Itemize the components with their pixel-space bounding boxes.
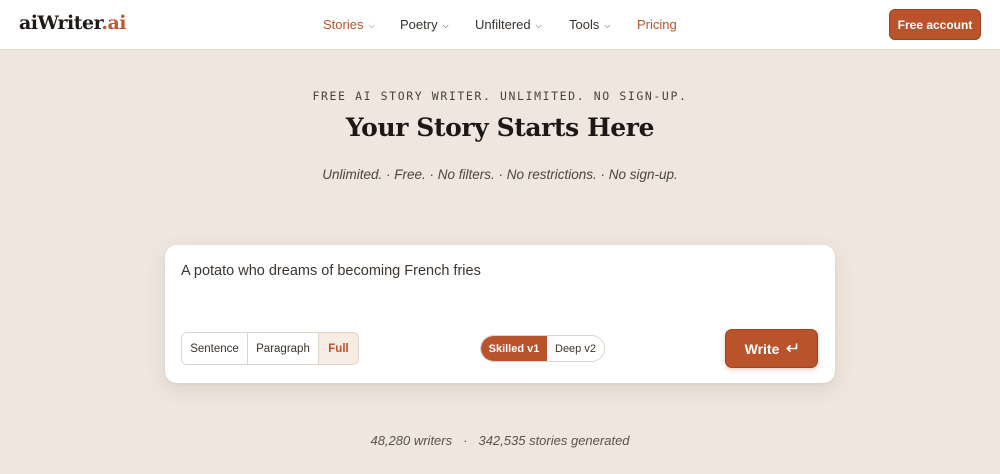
- nav-item-stories[interactable]: Stories ⌵: [323, 17, 375, 32]
- nav-item-label: Unfiltered: [475, 17, 531, 32]
- nav-item-poetry[interactable]: Poetry ⌵: [400, 17, 449, 32]
- length-option-sentence[interactable]: Sentence: [182, 333, 248, 364]
- stories-count: 342,535 stories generated: [478, 433, 630, 448]
- main-nav: Stories ⌵ Poetry ⌵ Unfiltered ⌵ Tools ⌵ …: [0, 0, 1000, 50]
- story-prompt-input[interactable]: A potato who dreams of becoming French f…: [181, 263, 481, 279]
- chevron-down-icon: ⌵: [604, 20, 611, 30]
- nav-item-tools[interactable]: Tools ⌵: [569, 17, 610, 32]
- stats-separator: ·: [463, 433, 468, 448]
- nav-item-unfiltered[interactable]: Unfiltered ⌵: [475, 17, 542, 32]
- top-navbar: aiWriter.ai Stories ⌵ Poetry ⌵ Unfiltere…: [0, 0, 1000, 50]
- hero-subtitle: Unlimited. · Free. · No filters. · No re…: [322, 167, 678, 182]
- free-account-button[interactable]: Free account: [889, 9, 981, 40]
- model-selector: Skilled v1 Deep v2: [480, 335, 605, 362]
- nav-item-label: Poetry: [400, 17, 438, 32]
- nav-item-label: Pricing: [637, 17, 677, 32]
- model-option-deep-v2[interactable]: Deep v2: [547, 336, 604, 361]
- writers-count: 48,280 writers: [370, 433, 453, 448]
- model-option-skilled-v1[interactable]: Skilled v1: [481, 336, 547, 361]
- length-option-full[interactable]: Full: [319, 333, 358, 364]
- write-button[interactable]: Write: [725, 329, 818, 368]
- chevron-down-icon: ⌵: [535, 20, 542, 30]
- length-selector: Sentence Paragraph Full: [181, 332, 359, 365]
- chevron-down-icon: ⌵: [442, 20, 449, 30]
- nav-item-label: Tools: [569, 17, 600, 32]
- hero-eyebrow: FREE AI STORY WRITER. UNLIMITED. NO SIGN…: [312, 89, 688, 103]
- page-title: Your Story Starts Here: [345, 113, 655, 142]
- chevron-down-icon: ⌵: [368, 20, 375, 30]
- enter-icon: [786, 343, 798, 352]
- length-option-paragraph[interactable]: Paragraph: [248, 333, 319, 364]
- nav-item-label: Stories: [323, 17, 364, 32]
- nav-item-pricing[interactable]: Pricing: [637, 17, 677, 32]
- story-prompt-card: A potato who dreams of becoming French f…: [165, 245, 835, 383]
- write-button-label: Write: [744, 340, 780, 357]
- usage-stats: 48,280 writers · 342,535 stories generated: [0, 433, 1000, 448]
